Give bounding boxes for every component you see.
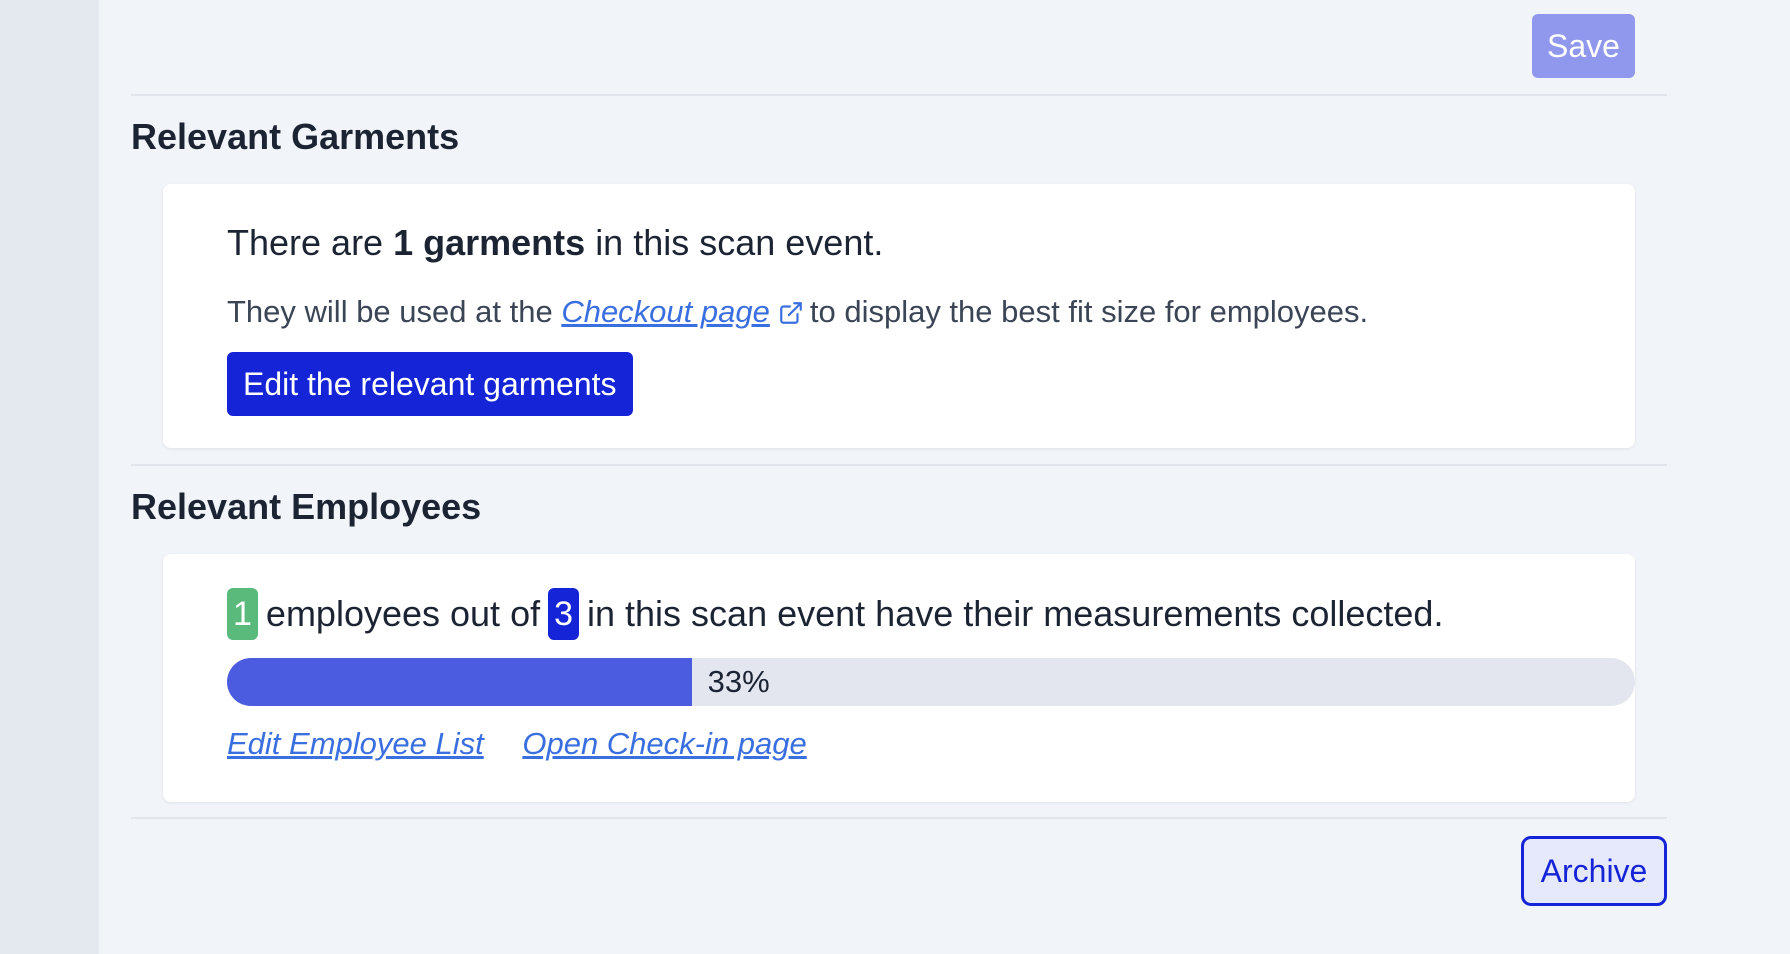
garments-section-title: Relevant Garments: [131, 116, 460, 157]
total-count-badge: 3: [548, 588, 580, 640]
garments-card: There are 1 garments in this scan event.…: [163, 184, 1635, 448]
employees-section-title: Relevant Employees: [131, 486, 482, 527]
open-checkin-page-link[interactable]: Open Check-in page: [522, 726, 806, 761]
save-button[interactable]: Save: [1532, 14, 1635, 78]
employees-text-middle: employees out of: [265, 593, 541, 634]
garments-usage-text: They will be used at the Checkout page t…: [227, 294, 1368, 330]
measurement-progress-bar: 33%: [227, 658, 1635, 706]
edit-employee-list-link[interactable]: Edit Employee List: [227, 726, 484, 761]
checkout-page-link[interactable]: Checkout page: [561, 294, 770, 329]
footer-divider: [131, 817, 1667, 819]
usage-text-suffix: to display the best fit size for employe…: [809, 294, 1369, 329]
garments-count: 1 garments: [393, 222, 586, 263]
employees-text-suffix: in this scan event have their measuremen…: [587, 593, 1444, 634]
top-action-bar: Save: [131, 0, 1667, 96]
sidebar-strip: [0, 0, 99, 954]
garments-count-text: There are 1 garments in this scan event.: [227, 222, 883, 264]
employees-status-text: 1 employees out of 3 in this scan event …: [227, 588, 1443, 640]
external-link-icon[interactable]: [778, 300, 804, 326]
employees-card: 1 employees out of 3 in this scan event …: [163, 554, 1635, 802]
garments-text-prefix: There are: [227, 222, 384, 263]
progress-fill: [227, 658, 692, 706]
archive-button[interactable]: Archive: [1521, 836, 1667, 906]
garments-text-suffix: in this scan event.: [595, 222, 884, 263]
collected-count-badge: 1: [227, 588, 258, 640]
employee-links: Edit Employee List Open Check-in page: [227, 726, 837, 762]
usage-text-prefix: They will be used at the: [227, 294, 553, 329]
edit-garments-button[interactable]: Edit the relevant garments: [227, 352, 633, 416]
section-divider: [131, 464, 1667, 466]
progress-label: 33%: [707, 664, 770, 699]
main-content: Save Relevant Garments There are 1 garme…: [131, 0, 1667, 906]
